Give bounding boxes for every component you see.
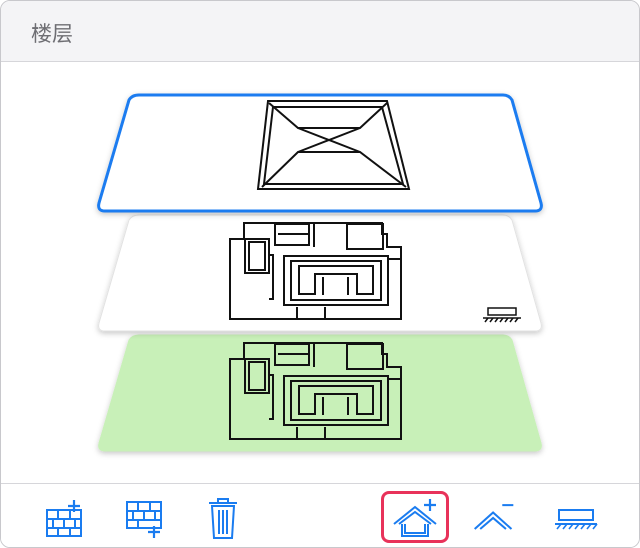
add-floor-below-button[interactable] — [121, 496, 167, 540]
bottom-toolbar — [1, 483, 639, 547]
floor-card-ground[interactable] — [98, 334, 542, 452]
delete-floor-button[interactable] — [200, 496, 246, 540]
floors-panel: 楼层 — [0, 0, 640, 548]
foundation-button[interactable] — [553, 496, 599, 540]
panel-title: 楼层 — [31, 22, 73, 46]
trash-icon — [209, 498, 237, 539]
floor-stack — [1, 63, 639, 483]
add-roof-icon — [393, 499, 437, 537]
add-wall-below-icon — [126, 501, 162, 538]
add-floor-above-button[interactable] — [41, 496, 87, 540]
add-wall-above-icon — [46, 500, 82, 537]
remove-roof-icon — [474, 504, 514, 530]
panel-header: 楼层 — [1, 1, 639, 62]
floor-card-upper[interactable] — [98, 214, 542, 332]
remove-roof-button[interactable] — [471, 496, 517, 540]
floor-card-roof[interactable] — [97, 93, 543, 213]
foundation-icon — [555, 509, 598, 530]
add-roof-button[interactable] — [381, 491, 449, 543]
